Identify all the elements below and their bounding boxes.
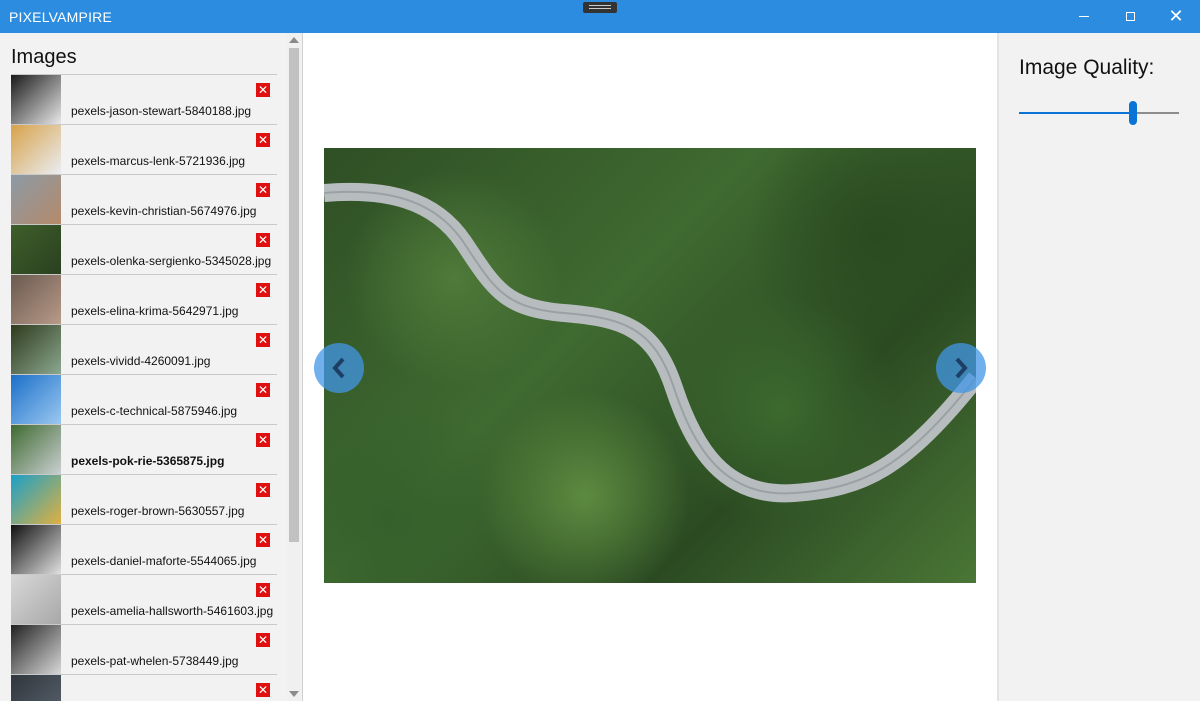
file-name: pexels-c-technical-5875946.jpg xyxy=(71,404,238,418)
image-thumbnail xyxy=(11,225,61,274)
list-item[interactable]: pexels-marcus-lenk-5721936.jpg ✕ xyxy=(11,124,277,174)
list-item[interactable]: pexels-daniel-maforte-5544065.jpg ✕ xyxy=(11,524,277,574)
list-item[interactable]: pexels-amelia-hallsworth-5461603.jpg ✕ xyxy=(11,574,277,624)
delete-icon[interactable]: ✕ xyxy=(256,433,270,447)
image-list-panel: Images pexels-jason-stewart-5840188.jpg ✕… xyxy=(0,33,303,701)
slider-track-filled xyxy=(1019,112,1129,114)
preview-image xyxy=(324,148,976,583)
title-bar: PIXELVAMPIRE ✕ xyxy=(0,0,1200,33)
scrollbar[interactable] xyxy=(287,33,301,701)
file-name: pexels-pat-whelen-5738449.jpg xyxy=(71,654,239,668)
image-quality-slider[interactable] xyxy=(1019,99,1179,127)
delete-icon[interactable]: ✕ xyxy=(256,483,270,497)
file-name: pexels-olenka-sergienko-5345028.jpg xyxy=(71,254,272,268)
delete-icon[interactable]: ✕ xyxy=(256,383,270,397)
delete-icon[interactable]: ✕ xyxy=(256,83,270,97)
app-title: PIXELVAMPIRE xyxy=(9,9,113,25)
close-button[interactable]: ✕ xyxy=(1153,0,1199,33)
file-name: pexels-roger-brown-5630557.jpg xyxy=(71,504,245,518)
road-illustration xyxy=(324,182,976,503)
list-item[interactable]: pexels-roger-brown-5630557.jpg ✕ xyxy=(11,474,277,524)
delete-icon[interactable]: ✕ xyxy=(256,183,270,197)
close-icon: ✕ xyxy=(1168,5,1184,27)
settings-panel: Image Quality: xyxy=(997,33,1200,701)
image-thumbnail xyxy=(11,525,61,574)
scroll-up-icon[interactable] xyxy=(289,37,299,43)
image-thumbnail xyxy=(11,125,61,174)
delete-icon[interactable]: ✕ xyxy=(256,333,270,347)
image-thumbnail xyxy=(11,375,61,424)
file-name: pexels-daniel-maforte-5544065.jpg xyxy=(71,554,257,568)
slider-thumb[interactable] xyxy=(1129,101,1137,125)
list-item[interactable]: pexels-c-technical-5875946.jpg ✕ xyxy=(11,374,277,424)
file-name: pexels-jason-stewart-5840188.jpg xyxy=(71,104,252,118)
next-image-button[interactable] xyxy=(936,343,986,393)
delete-icon[interactable]: ✕ xyxy=(256,133,270,147)
drag-handle-icon[interactable] xyxy=(583,2,617,13)
images-heading: Images xyxy=(11,46,77,68)
list-item[interactable]: pexels-kevin-christian-5674976.jpg ✕ xyxy=(11,174,277,224)
image-thumbnail xyxy=(11,275,61,324)
delete-icon[interactable]: ✕ xyxy=(256,533,270,547)
list-item[interactable]: pexels-vividd-4260091.jpg ✕ xyxy=(11,324,277,374)
image-thumbnail xyxy=(11,75,61,124)
delete-icon[interactable]: ✕ xyxy=(256,233,270,247)
file-name: pexels-vividd-4260091.jpg xyxy=(71,354,211,368)
image-thumbnail xyxy=(11,325,61,374)
image-quality-label: Image Quality: xyxy=(1019,56,1155,79)
list-item[interactable]: pexels-olenka-sergienko-5345028.jpg ✕ xyxy=(11,224,277,274)
chevron-right-icon xyxy=(955,357,968,379)
slider-track[interactable] xyxy=(1137,112,1179,114)
minimize-icon xyxy=(1079,16,1089,17)
delete-icon[interactable]: ✕ xyxy=(256,683,270,697)
chevron-left-icon xyxy=(332,357,345,379)
list-item[interactable]: pexels-jason-stewart-5840188.jpg ✕ xyxy=(11,74,277,124)
file-name: pexels-amelia-hallsworth-5461603.jpg xyxy=(71,604,274,618)
file-name: pexels-marcus-lenk-5721936.jpg xyxy=(71,154,246,168)
image-thumbnail xyxy=(11,475,61,524)
scrollbar-thumb[interactable] xyxy=(289,48,299,542)
list-item[interactable]: ✕ xyxy=(11,674,277,701)
list-item[interactable]: pexels-elina-krima-5642971.jpg ✕ xyxy=(11,274,277,324)
minimize-button[interactable] xyxy=(1061,0,1107,33)
file-name: pexels-elina-krima-5642971.jpg xyxy=(71,304,239,318)
maximize-icon xyxy=(1125,12,1135,21)
image-thumbnail xyxy=(11,575,61,624)
scroll-down-icon[interactable] xyxy=(289,691,299,697)
list-item[interactable]: pexels-pok-rie-5365875.jpg ✕ xyxy=(11,424,277,474)
image-viewer xyxy=(303,33,997,701)
image-thumbnail xyxy=(11,625,61,674)
image-thumbnail xyxy=(11,425,61,474)
delete-icon[interactable]: ✕ xyxy=(256,633,270,647)
file-name: pexels-pok-rie-5365875.jpg xyxy=(71,454,225,468)
list-item[interactable]: pexels-pat-whelen-5738449.jpg ✕ xyxy=(11,624,277,674)
image-list: pexels-jason-stewart-5840188.jpg ✕ pexels-… xyxy=(11,74,277,701)
delete-icon[interactable]: ✕ xyxy=(256,583,270,597)
delete-icon[interactable]: ✕ xyxy=(256,283,270,297)
previous-image-button[interactable] xyxy=(314,343,364,393)
maximize-button[interactable] xyxy=(1107,0,1153,33)
image-thumbnail xyxy=(11,175,61,224)
file-name: pexels-kevin-christian-5674976.jpg xyxy=(71,204,257,218)
image-thumbnail xyxy=(11,675,61,701)
